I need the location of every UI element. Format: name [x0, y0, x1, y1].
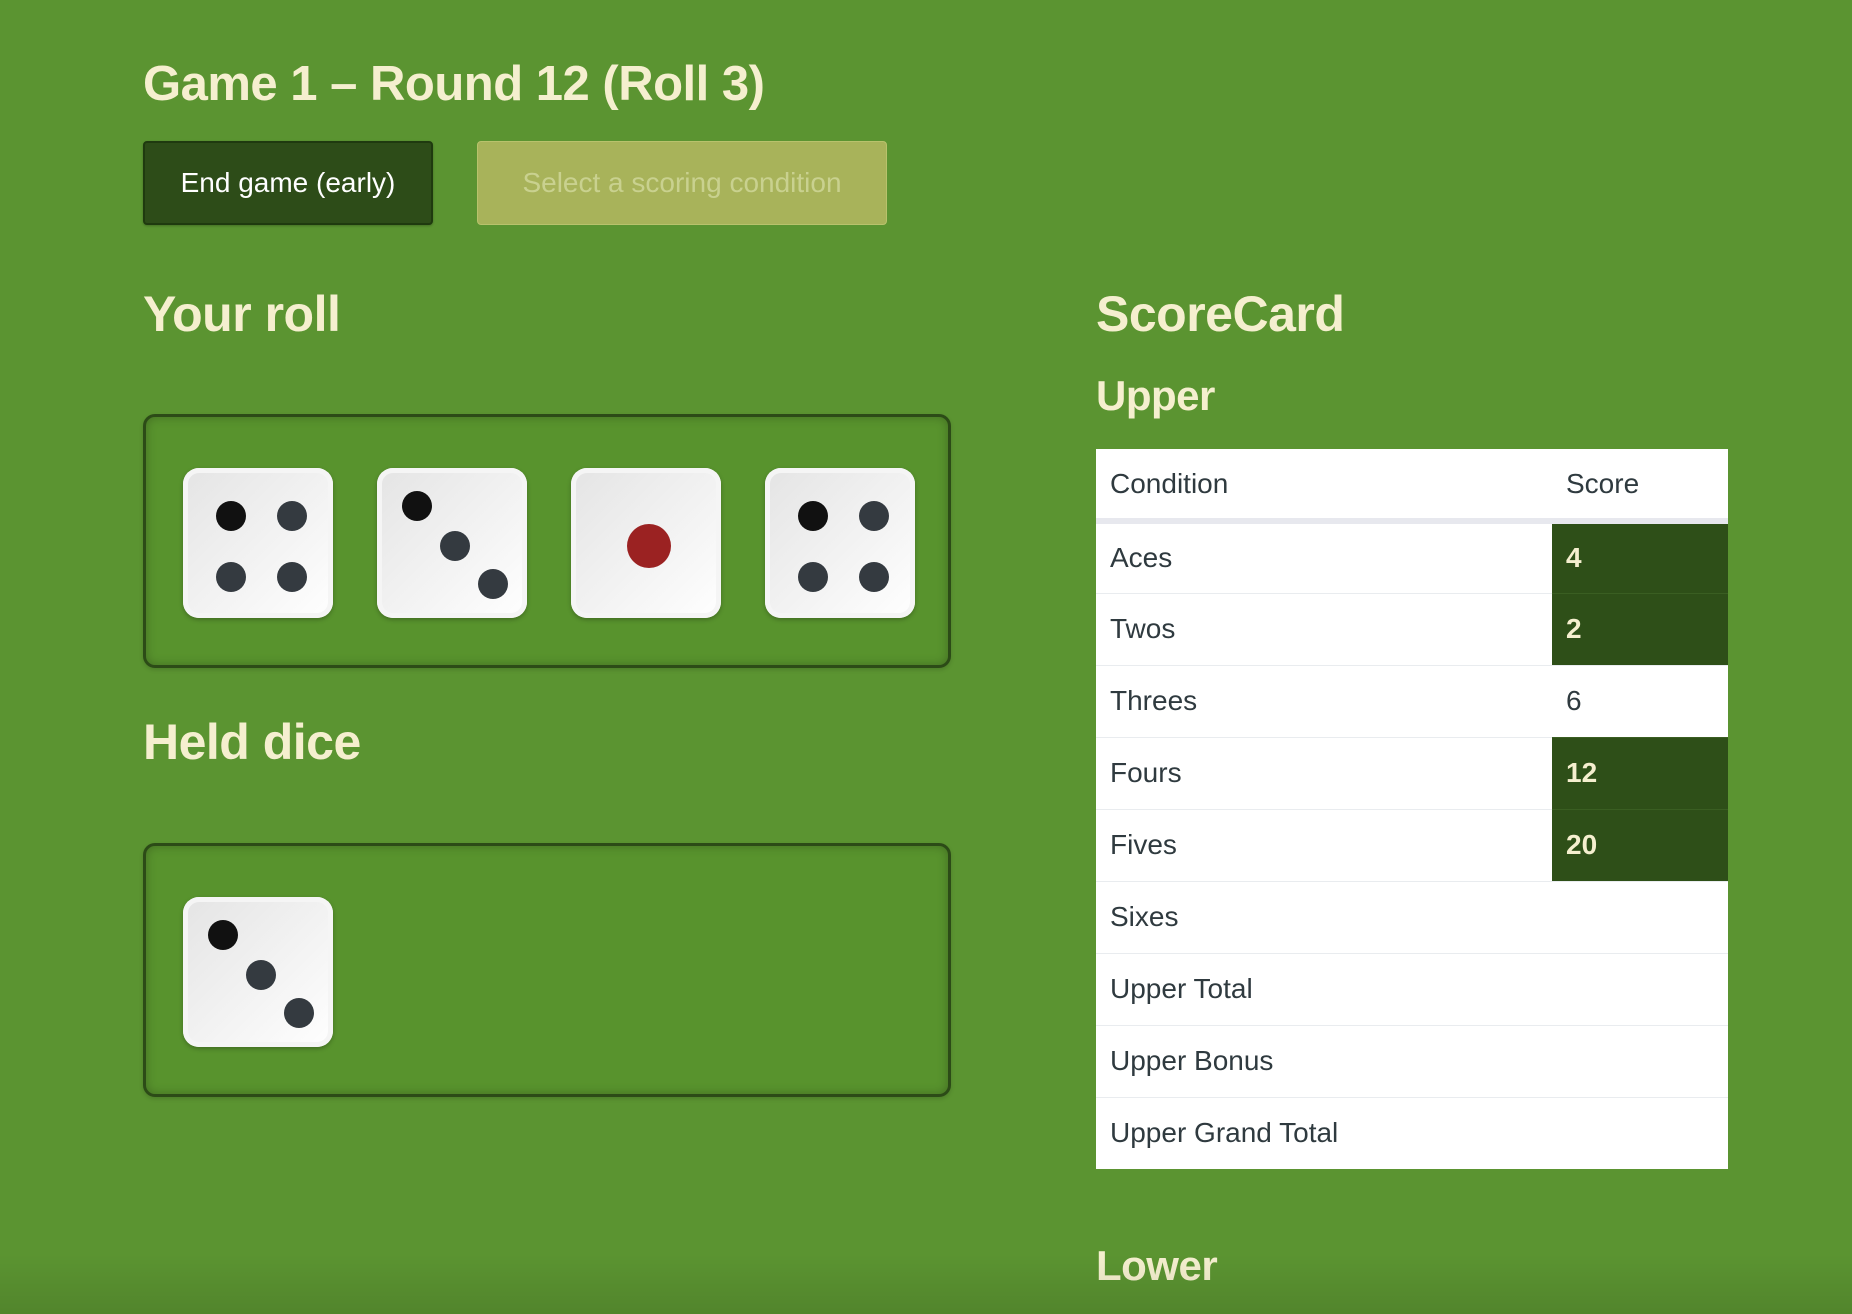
- die-pip: [216, 501, 246, 531]
- end-game-button[interactable]: End game (early): [143, 141, 433, 225]
- scorecard-score-cell: [1552, 1024, 1728, 1097]
- scorecard-row[interactable]: Aces 4: [1096, 521, 1728, 593]
- scorecard-score-cell: 4: [1552, 521, 1728, 593]
- die-pip: [859, 562, 889, 592]
- scorecard-score-cell: 2: [1552, 592, 1728, 665]
- die-pip: [798, 562, 828, 592]
- lower-section-heading: Lower: [1096, 1242, 1218, 1289]
- your-roll-heading: Your roll: [143, 286, 341, 342]
- die-pip-red: [627, 524, 671, 568]
- scorecard-row[interactable]: Fives 20: [1096, 808, 1728, 881]
- scorecard-score-cell: 12: [1552, 736, 1728, 809]
- die-pip: [246, 960, 276, 990]
- upper-section-heading: Upper: [1096, 372, 1215, 419]
- die-pip: [284, 998, 314, 1028]
- roll-die-3[interactable]: [377, 468, 527, 618]
- die-pip: [478, 569, 508, 599]
- held-dice-tray: [143, 843, 951, 1097]
- game-title: Game 1 – Round 12 (Roll 3): [143, 57, 765, 111]
- bottom-shade: [0, 1254, 1852, 1314]
- scorecard-row[interactable]: Fours 12: [1096, 736, 1728, 809]
- die-face-4-icon: [798, 501, 889, 592]
- roll-die-4[interactable]: [183, 468, 333, 618]
- roll-die-4[interactable]: [765, 468, 915, 618]
- held-dice-heading: Held dice: [143, 714, 361, 770]
- die-pip: [216, 562, 246, 592]
- die-face-1-icon: [627, 524, 671, 568]
- upper-scorecard-body: Aces 4 Twos 2 Threes 6 Fours 12 Fives 20 Sixes Uppe…: [1096, 521, 1728, 1169]
- scorecard-condition-cell: Fives: [1096, 808, 1552, 881]
- scorecard-condition-cell: Sixes: [1096, 880, 1552, 953]
- die-pip: [402, 491, 432, 521]
- held-die-3[interactable]: [183, 897, 333, 1047]
- score-column-header: Score: [1552, 449, 1728, 524]
- scorecard-score-cell: [1552, 1096, 1728, 1169]
- scorecard-row[interactable]: Upper Total: [1096, 952, 1728, 1025]
- roll-tray: [143, 414, 951, 668]
- game-page: Game 1 – Round 12 (Roll 3) End game (ear…: [0, 0, 1852, 1314]
- scorecard-score-cell: 20: [1552, 808, 1728, 881]
- scorecard-heading: ScoreCard: [1096, 286, 1345, 342]
- die-pip: [277, 501, 307, 531]
- die-face-4-icon: [216, 501, 307, 592]
- scorecard-condition-cell: Upper Grand Total: [1096, 1096, 1552, 1169]
- select-scoring-button[interactable]: Select a scoring condition: [477, 141, 887, 225]
- die-pip: [440, 531, 470, 561]
- scorecard-score-cell: [1552, 952, 1728, 1025]
- die-pip: [859, 501, 889, 531]
- scorecard-row[interactable]: Twos 2: [1096, 592, 1728, 665]
- die-face-3-icon: [208, 920, 314, 1028]
- scorecard-score-cell: [1552, 880, 1728, 953]
- scorecard-score-cell: 6: [1552, 664, 1728, 737]
- scorecard-row[interactable]: Threes 6: [1096, 664, 1728, 737]
- condition-column-header: Condition: [1096, 449, 1552, 524]
- scorecard-condition-cell: Upper Total: [1096, 952, 1552, 1025]
- scorecard-header-row: Condition Score: [1096, 449, 1728, 524]
- scorecard-condition-cell: Threes: [1096, 664, 1552, 737]
- scorecard-row[interactable]: Sixes: [1096, 880, 1728, 953]
- die-pip: [277, 562, 307, 592]
- upper-scorecard-table: Condition Score Aces 4 Twos 2 Threes 6 Fours 12…: [1096, 449, 1728, 1169]
- scorecard-row[interactable]: Upper Grand Total: [1096, 1096, 1728, 1169]
- scorecard-row[interactable]: Upper Bonus: [1096, 1024, 1728, 1097]
- roll-die-1[interactable]: [571, 468, 721, 618]
- scorecard-condition-cell: Twos: [1096, 592, 1552, 665]
- die-face-3-icon: [402, 491, 508, 599]
- die-pip: [798, 501, 828, 531]
- scorecard-condition-cell: Aces: [1110, 542, 1173, 574]
- scorecard-condition-cell: Upper Bonus: [1096, 1024, 1552, 1097]
- die-pip: [208, 920, 238, 950]
- scorecard-condition-cell: Fours: [1096, 736, 1552, 809]
